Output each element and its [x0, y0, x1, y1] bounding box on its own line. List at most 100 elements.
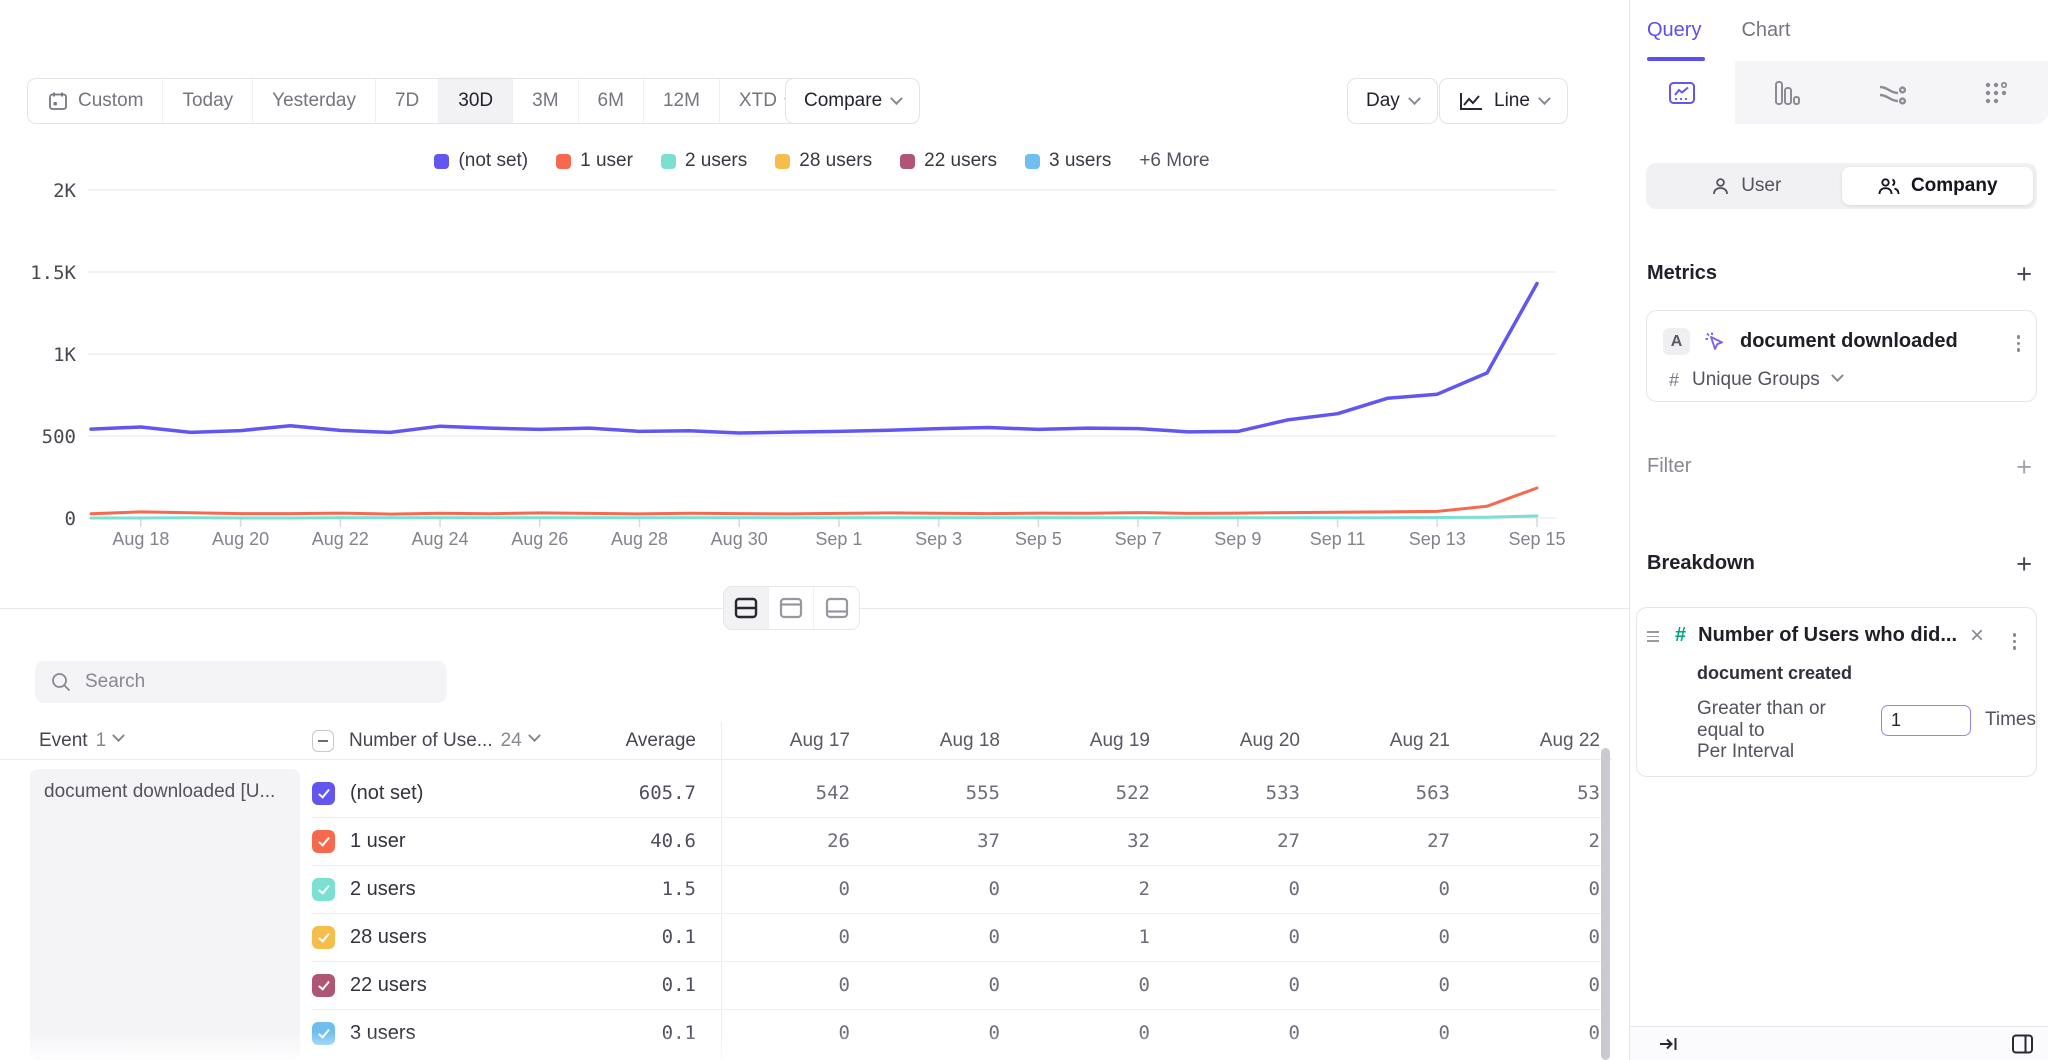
- condition-unit: Times: [1985, 709, 2036, 731]
- svg-text:Sep 5: Sep 5: [1015, 529, 1062, 549]
- group-user-option[interactable]: User: [1650, 167, 1842, 205]
- table-scrollbar[interactable]: [1601, 748, 1610, 1060]
- average-value: 0.1: [662, 1009, 696, 1057]
- svg-text:2K: 2K: [53, 180, 76, 202]
- drag-handle-icon[interactable]: [1647, 631, 1659, 642]
- legend-item[interactable]: 3 users: [1025, 150, 1111, 172]
- legend-item[interactable]: 28 users: [775, 150, 872, 172]
- series-checkbox[interactable]: [312, 830, 335, 853]
- metric-kebab-menu[interactable]: [2013, 331, 2025, 356]
- group-company-option[interactable]: Company: [1842, 167, 2034, 205]
- cell-value: 0: [1300, 913, 1450, 961]
- user-icon: [1710, 176, 1731, 197]
- event-column-header[interactable]: Event1: [39, 722, 123, 759]
- chart-type-scatter-button[interactable]: [1944, 61, 2048, 124]
- legend-item[interactable]: 1 user: [556, 150, 633, 172]
- svg-text:1.5K: 1.5K: [30, 262, 76, 284]
- add-breakdown-button[interactable]: +: [2016, 554, 2032, 574]
- table-row: 2 users1.5002000: [0, 865, 1629, 913]
- legend-swatch: [900, 154, 915, 169]
- cell-value: 0: [700, 961, 850, 1009]
- query-panel: Query Chart: [1629, 0, 2048, 1060]
- range-yesterday-button[interactable]: Yesterday: [253, 79, 376, 123]
- cell-value: 0: [1450, 961, 1600, 1009]
- range-label: Custom: [78, 90, 143, 112]
- range-custom-button[interactable]: Custom: [28, 79, 163, 123]
- search-box: [35, 661, 447, 703]
- add-filter-button[interactable]: +: [2016, 457, 2032, 477]
- interval-dropdown[interactable]: Day: [1347, 78, 1438, 124]
- date-column-header: Aug 20: [1150, 722, 1300, 759]
- select-all-checkbox[interactable]: [312, 730, 334, 752]
- layout-top-button[interactable]: [769, 587, 814, 629]
- legend-item[interactable]: (not set): [434, 150, 528, 172]
- collapse-panel-icon[interactable]: [1658, 1034, 1680, 1054]
- range-6m-button[interactable]: 6M: [579, 79, 644, 123]
- svg-text:Sep 9: Sep 9: [1214, 529, 1261, 549]
- series-checkbox[interactable]: [312, 1022, 335, 1045]
- table-header-rule: [0, 759, 1612, 760]
- flow-chart-icon: [1876, 79, 1908, 107]
- line-chart-box-icon: [1667, 79, 1697, 107]
- svg-text:0: 0: [65, 508, 76, 530]
- range-30d-button[interactable]: 30D: [439, 79, 513, 123]
- range-7d-button[interactable]: 7D: [376, 79, 439, 123]
- svg-text:1K: 1K: [53, 344, 76, 366]
- date-range-group: Custom Today Yesterday 7D 30D 3M 6M 12M …: [27, 78, 815, 124]
- range-12m-button[interactable]: 12M: [644, 79, 720, 123]
- date-column-header: Aug 22: [1450, 722, 1600, 759]
- breakdown-kebab-menu[interactable]: [2009, 629, 2021, 654]
- add-metric-button[interactable]: +: [2016, 264, 2032, 284]
- cell-value: 0: [1300, 1009, 1450, 1057]
- tab-chart[interactable]: Chart: [1741, 19, 1790, 42]
- series-checkbox[interactable]: [312, 974, 335, 997]
- range-today-button[interactable]: Today: [163, 79, 253, 123]
- chart-type-bar-button[interactable]: [1735, 61, 1840, 124]
- tab-query[interactable]: Query: [1647, 19, 1701, 42]
- cell-value: 0: [1150, 1009, 1300, 1057]
- svg-text:Aug 30: Aug 30: [711, 529, 768, 549]
- per-interval-label[interactable]: Per Interval: [1697, 741, 1794, 763]
- series-checkbox[interactable]: [312, 926, 335, 949]
- compare-button[interactable]: Compare: [785, 78, 920, 124]
- line-chart-icon: [1458, 90, 1484, 112]
- svg-text:Sep 13: Sep 13: [1409, 529, 1466, 549]
- group-type-toggle: User Company: [1646, 163, 2037, 209]
- layout-toggle-group: [723, 586, 860, 630]
- search-input[interactable]: [85, 671, 415, 693]
- svg-text:Aug 22: Aug 22: [312, 529, 369, 549]
- series-checkbox[interactable]: [312, 782, 335, 805]
- legend-item[interactable]: 22 users: [900, 150, 997, 172]
- metric-letter-badge: A: [1663, 328, 1690, 355]
- series-checkbox[interactable]: [312, 878, 335, 901]
- range-3m-button[interactable]: 3M: [513, 79, 578, 123]
- layout-split-button[interactable]: [724, 587, 769, 629]
- breakdown-event-name: document created: [1697, 663, 1852, 684]
- breakdown-card: # Number of Users who did... × document …: [1636, 607, 2037, 777]
- legend-item[interactable]: 2 users: [661, 150, 747, 172]
- main-area: Custom Today Yesterday 7D 30D 3M 6M 12M …: [0, 0, 1629, 1060]
- layout-split-icon: [733, 596, 759, 620]
- property-number-icon: #: [1675, 624, 1686, 647]
- cell-value: 522: [1000, 769, 1150, 817]
- people-icon: [1877, 176, 1901, 197]
- metric-card[interactable]: A document downloaded # Unique Groups: [1646, 310, 2037, 402]
- chart-type-flow-button[interactable]: [1840, 61, 1945, 124]
- cell-value: 542: [700, 769, 850, 817]
- chart-type-dropdown[interactable]: Line: [1439, 78, 1568, 124]
- side-panel-icon[interactable]: [2010, 1032, 2035, 1056]
- close-icon[interactable]: ×: [1970, 626, 1984, 646]
- layout-bottom-button[interactable]: [814, 587, 859, 629]
- date-column-header: Aug 18: [850, 722, 1000, 759]
- metric-aggregation-row[interactable]: # Unique Groups: [1669, 369, 1842, 391]
- average-value: 0.1: [662, 961, 696, 1009]
- series-column-header[interactable]: Number of Use...24: [349, 722, 539, 759]
- date-column-header: Aug 21: [1300, 722, 1450, 759]
- cell-value: 0: [1000, 961, 1150, 1009]
- times-value-input[interactable]: [1881, 705, 1971, 736]
- panel-footer: [1630, 1026, 2048, 1060]
- legend-swatch: [661, 154, 676, 169]
- chart-type-line-button[interactable]: [1630, 61, 1735, 124]
- legend-more-button[interactable]: +6 More: [1139, 150, 1209, 172]
- svg-text:Sep 1: Sep 1: [815, 529, 862, 549]
